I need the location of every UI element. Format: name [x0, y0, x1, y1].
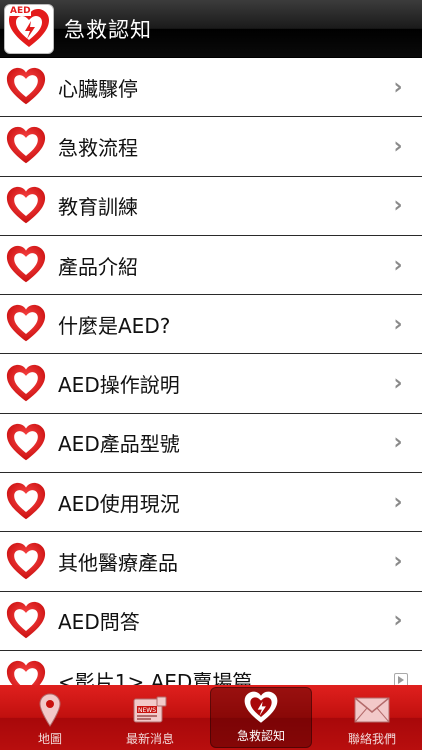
logo-text: AED	[10, 5, 31, 16]
tab-news[interactable]: NEWS 最新消息	[100, 685, 200, 750]
chevron-right-icon: ›	[393, 311, 403, 337]
tab-label-contact: 聯絡我們	[347, 732, 396, 746]
news-icon: NEWS	[133, 696, 167, 723]
heart-icon	[6, 423, 46, 461]
tab-label-news: 最新消息	[125, 732, 174, 746]
list-item[interactable]: AED產品型號 ›	[0, 413, 422, 474]
heart-icon-wrap	[2, 300, 50, 348]
list-item[interactable]: <影片1> AED賣場篇	[0, 650, 422, 685]
list-item-label: AED問答	[58, 610, 140, 635]
chevron-right-icon: ›	[393, 371, 403, 397]
chevron-right-icon: ›	[393, 608, 403, 634]
aed-heart-icon	[244, 691, 278, 723]
list-item-label: AED使用現況	[58, 491, 180, 516]
list-item-label: AED產品型號	[58, 432, 180, 457]
list-item[interactable]: 其他醫療產品 ›	[0, 532, 422, 592]
list-item[interactable]: AED問答 ›	[0, 591, 422, 651]
heart-icon-wrap	[2, 63, 50, 111]
tab-map[interactable]: 地圖	[0, 685, 100, 750]
heart-icon	[6, 483, 46, 520]
chevron-right-icon: ›	[393, 74, 403, 100]
navigation-bar: AED 急救認知	[0, 0, 422, 58]
heart-icon	[6, 661, 46, 685]
heart-icon	[6, 542, 46, 579]
menu-list: 心臟驟停 › 急救流程 › 教育訓練 › 產品介紹 › 什麼是AED? › AED操作說明 › AED產…	[0, 58, 422, 685]
heart-icon	[6, 305, 46, 342]
chevron-right-icon: ›	[393, 489, 403, 515]
tab-contact[interactable]: 聯絡我們	[322, 685, 422, 750]
list-item[interactable]: 什麼是AED? ›	[0, 295, 422, 355]
list-item[interactable]: 產品介紹 ›	[0, 235, 422, 296]
list-item-label: 教育訓練	[58, 195, 138, 220]
chevron-right-icon: ›	[393, 430, 403, 456]
list-item[interactable]: 急救流程 ›	[0, 117, 422, 177]
heart-icon-wrap	[2, 360, 50, 408]
page-title: 急救認知	[64, 17, 152, 42]
list-item[interactable]: AED操作說明 ›	[0, 354, 422, 414]
chevron-right-icon: ›	[393, 549, 403, 575]
heart-icon-wrap	[2, 656, 50, 685]
heart-icon	[6, 127, 46, 164]
heart-icon-wrap	[2, 122, 50, 170]
tab-first-aid[interactable]: 急救認知	[210, 687, 312, 748]
heart-icon-wrap	[2, 538, 50, 586]
heart-icon	[6, 68, 46, 105]
list-item[interactable]: 教育訓練 ›	[0, 176, 422, 236]
list-item-label: 什麼是AED?	[58, 313, 171, 338]
heart-icon-wrap	[2, 478, 50, 526]
list-item-label: 急救流程	[58, 135, 138, 160]
tab-label-map: 地圖	[37, 732, 62, 746]
list-item[interactable]: 心臟驟停 ›	[0, 58, 422, 118]
heart-icon	[6, 186, 46, 224]
list-item-label: 其他醫療產品	[58, 551, 178, 576]
chevron-right-icon: ›	[393, 193, 403, 219]
list-item-label: 產品介紹	[58, 254, 138, 279]
heart-icon-wrap	[2, 419, 50, 467]
chevron-right-icon: ›	[393, 133, 403, 159]
chevron-right-icon: ›	[393, 252, 403, 278]
list-item[interactable]: AED使用現況 ›	[0, 473, 422, 533]
list-item-label: <影片1> AED賣場篇	[58, 669, 253, 685]
tab-bar: 地圖 NEWS 最新消息 急救認知 聯絡我們	[0, 685, 422, 750]
heart-icon	[6, 364, 46, 401]
heart-icon	[6, 601, 46, 639]
svg-text:NEWS: NEWS	[138, 707, 156, 714]
play-icon	[394, 673, 408, 685]
mail-icon	[354, 697, 390, 723]
map-pin-icon	[39, 693, 61, 727]
list-item-label: 心臟驟停	[58, 76, 138, 101]
heart-icon-wrap	[2, 241, 50, 289]
heart-icon-wrap	[2, 597, 50, 645]
tab-label-first-aid: 急救認知	[236, 729, 285, 743]
heart-icon	[6, 245, 46, 283]
heart-icon-wrap	[2, 182, 50, 230]
list-item-label: AED操作說明	[58, 373, 180, 398]
aed-logo: AED	[4, 3, 54, 54]
